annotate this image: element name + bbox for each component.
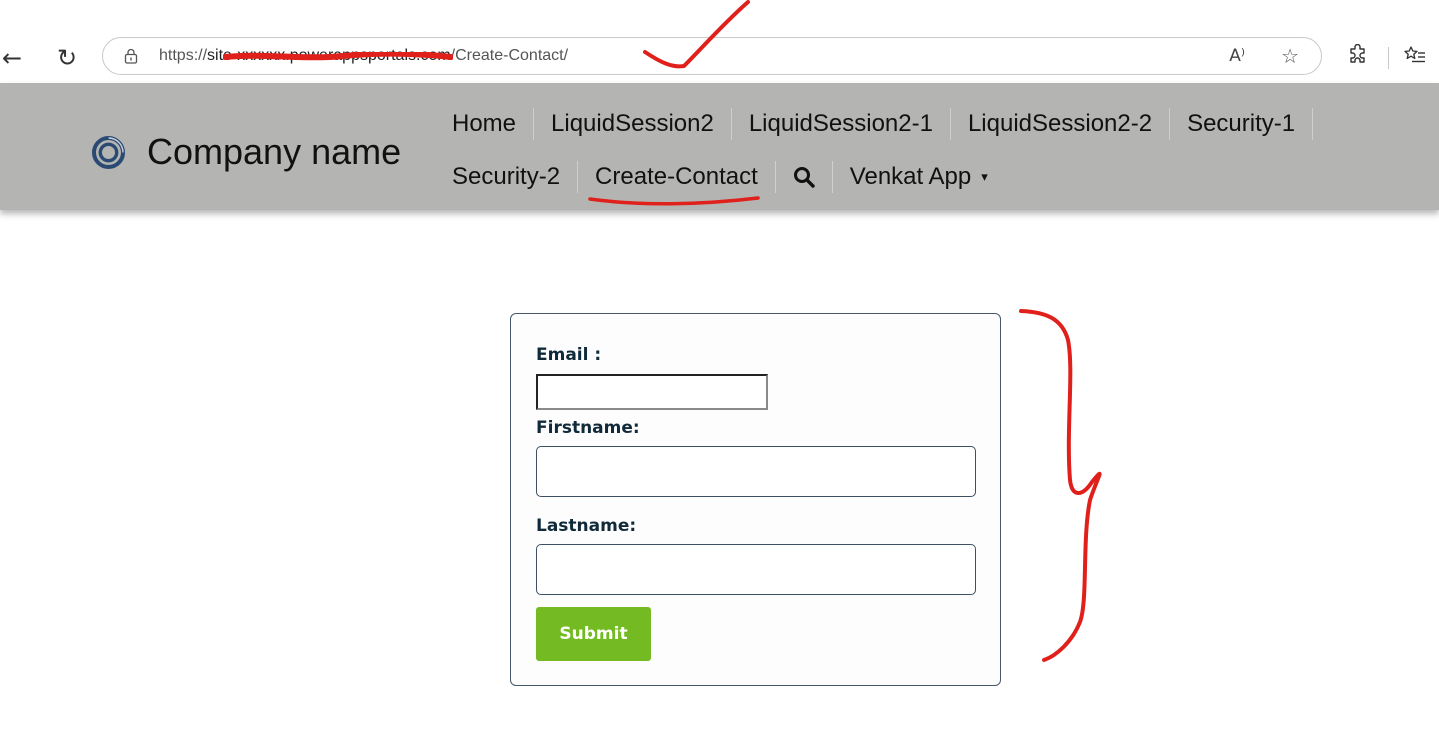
extensions-icon[interactable] <box>1347 44 1369 66</box>
nav-separator <box>730 108 732 140</box>
dropdown-label: Venkat App <box>849 163 972 190</box>
lastname-field[interactable] <box>536 544 976 595</box>
caret-down-icon: ▾ <box>981 169 988 185</box>
firstname-field[interactable] <box>536 446 976 497</box>
url-host: site-xxxxxx.powerappsportals.com <box>207 47 451 64</box>
nav-separator <box>1312 108 1314 140</box>
favorites-list-icon[interactable] <box>1404 44 1426 66</box>
browser-toolbar: ← ↻ https://site-xxxxxx.powerappsportals… <box>0 0 1439 83</box>
nav-separator <box>577 161 579 193</box>
nav-item-liquidsession2-2[interactable]: LiquidSession2-2 <box>968 110 1152 138</box>
brand-name: Company name <box>147 131 402 172</box>
address-bar[interactable]: https://site-xxxxxx.powerappsportals.com… <box>102 37 1322 75</box>
email-label: Email : <box>536 345 602 365</box>
back-arrow-icon[interactable]: ← <box>0 38 30 78</box>
create-contact-form: Email : Firstname: Lastname: Submit <box>510 313 1001 686</box>
lastname-label: Lastname: <box>536 516 637 536</box>
nav-item-liquidsession2[interactable]: LiquidSession2 <box>551 110 714 138</box>
url-path: /Create-Contact/ <box>450 47 569 64</box>
nav-item-home[interactable]: Home <box>452 110 516 138</box>
nav-separator <box>774 161 776 193</box>
url-scheme: https:// <box>159 47 208 64</box>
read-aloud-icon[interactable]: A⁾ <box>1229 46 1245 66</box>
nav-separator <box>533 108 535 140</box>
nav-separator <box>1169 108 1171 140</box>
nav-separator <box>831 161 833 193</box>
company-logo-icon <box>92 135 125 169</box>
site-header: Company name Home LiquidSession2 LiquidS… <box>0 83 1439 210</box>
url-text[interactable]: https://site-xxxxxx.powerappsportals.com… <box>159 47 568 65</box>
nav-item-create-contact[interactable]: Create-Contact <box>595 163 758 191</box>
star-icon[interactable]: ☆ <box>1281 44 1299 68</box>
firstname-label: Firstname: <box>536 418 640 438</box>
nav-item-security-2[interactable]: Security-2 <box>452 163 560 191</box>
nav-item-security-1[interactable]: Security-1 <box>1187 110 1295 138</box>
curly-brace-annotation <box>1019 309 1102 662</box>
refresh-icon[interactable]: ↻ <box>49 38 85 78</box>
toolbar-divider <box>1388 47 1389 69</box>
brand[interactable]: Company name <box>92 131 401 173</box>
nav-row-2: Security-2 Create-Contact Venkat App ▾ <box>452 160 988 194</box>
email-field[interactable] <box>536 374 768 410</box>
submit-button[interactable]: Submit <box>536 607 651 661</box>
nav-row-1: Home LiquidSession2 LiquidSession2-1 Liq… <box>452 107 1330 141</box>
lock-icon[interactable] <box>124 48 138 64</box>
venkat-app-dropdown[interactable]: Venkat App ▾ <box>850 163 988 191</box>
nav-separator <box>949 108 951 140</box>
nav-item-liquidsession2-1[interactable]: LiquidSession2-1 <box>749 110 933 138</box>
search-icon[interactable] <box>793 166 815 188</box>
